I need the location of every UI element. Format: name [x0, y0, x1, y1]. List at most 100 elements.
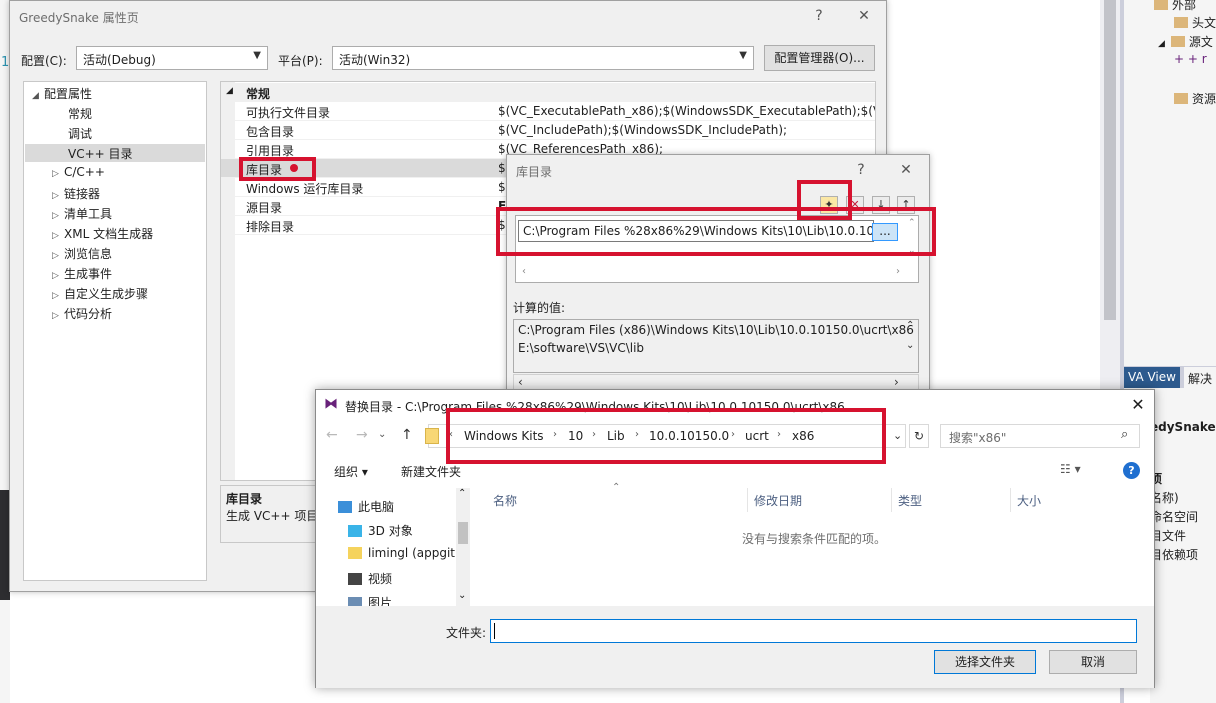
column-separator[interactable] — [747, 488, 748, 512]
forward-icon[interactable]: → — [356, 427, 368, 443]
properties-row[interactable]: 目依赖项 — [1150, 546, 1198, 563]
tree-item-linker[interactable]: ▷ 链接器 — [52, 185, 100, 202]
select-folder-button[interactable]: 选择文件夹 — [934, 650, 1036, 674]
computed-label: 计算的值: — [513, 301, 566, 315]
tree-item-xml-doc[interactable]: ▷ XML 文档生成器 — [52, 225, 153, 242]
tree-item-config-props[interactable]: ◢ 配置属性 — [32, 85, 92, 102]
tree-item-debugging[interactable]: 调试 — [56, 125, 92, 142]
chevron-down-icon[interactable]: ⌄ — [893, 429, 902, 442]
help-icon[interactable]: ? — [1123, 462, 1140, 479]
folder-icon — [1174, 17, 1188, 28]
scroll-right-icon[interactable]: › — [896, 266, 900, 277]
expand-icon[interactable]: ▷ — [52, 191, 64, 201]
nav-item-3d-objects[interactable]: 3D 对象 — [348, 522, 413, 539]
computed-value: C:\Program Files (x86)\Windows Kits\10\L… — [518, 323, 914, 337]
search-placeholder: 搜索"x86" — [949, 431, 1007, 445]
scroll-left-icon[interactable]: ‹ — [518, 375, 523, 389]
nav-item-user-folder[interactable]: limingl (appgit. — [348, 546, 459, 560]
grid-row[interactable]: 包含目录 $(VC_IncludePath);$(WindowsSDK_Inclu… — [221, 121, 875, 140]
grid-row[interactable]: 可执行文件目录 $(VC_ExecutablePath_x86);$(Window… — [221, 102, 875, 121]
expand-icon[interactable]: ▷ — [52, 251, 64, 261]
up-icon[interactable]: ↑ — [401, 427, 413, 443]
help-button[interactable]: ? — [847, 159, 875, 181]
column-name[interactable]: 名称 — [493, 492, 517, 509]
expand-icon[interactable]: ▷ — [52, 311, 64, 321]
description-text: 生成 VC++ 项目 — [226, 509, 319, 523]
scrollbar-thumb[interactable] — [458, 522, 468, 544]
expand-icon[interactable]: ◢ — [32, 91, 44, 101]
view-options-icon[interactable]: ☷ ▾ — [1060, 462, 1081, 476]
scroll-up-icon[interactable]: ⌃ — [906, 320, 914, 331]
computer-icon — [338, 501, 352, 513]
help-button[interactable]: ? — [805, 5, 833, 27]
scroll-down-icon[interactable]: ⌄ — [906, 340, 914, 351]
column-size[interactable]: 大小 — [1017, 492, 1041, 509]
expand-icon[interactable]: ▷ — [52, 271, 64, 281]
grid-section-header[interactable]: ◢ 常规 — [221, 83, 875, 102]
tree-item-code-analysis[interactable]: ▷ 代码分析 — [52, 305, 112, 322]
tree-item-headers[interactable]: 头文 — [1174, 14, 1216, 31]
organize-menu[interactable]: 组织 ▾ — [334, 463, 368, 480]
scroll-up-icon[interactable]: ⌃ — [458, 488, 466, 499]
column-date[interactable]: 修改日期 — [754, 492, 802, 509]
collapse-icon[interactable]: ◢ — [226, 86, 233, 96]
tree-item-source-file[interactable]: + + r — [1174, 52, 1207, 66]
column-type[interactable]: 类型 — [898, 492, 922, 509]
dialog-title: 库目录 — [516, 165, 553, 179]
tree-item-browse-info[interactable]: ▷ 浏览信息 — [52, 245, 112, 262]
computed-values: C:\Program Files (x86)\Windows Kits\10\L… — [513, 319, 919, 373]
new-folder-button[interactable]: 新建文件夹 — [401, 463, 461, 480]
nav-item-videos[interactable]: 视频 — [348, 570, 392, 587]
expand-icon[interactable]: ▷ — [52, 169, 64, 179]
cube-icon — [348, 525, 362, 537]
scroll-down-icon[interactable]: ⌄ — [458, 590, 466, 601]
tree-item-c-cpp[interactable]: ▷ C/C++ — [52, 165, 105, 179]
recent-chevron-icon[interactable]: ⌄ — [378, 429, 386, 440]
tab-va-view[interactable]: VA View — [1124, 367, 1180, 388]
nav-scrollbar[interactable]: ⌃ ⌄ — [456, 488, 470, 606]
tree-item-vc-directories[interactable]: VC++ 目录 — [56, 145, 133, 162]
config-manager-button[interactable]: 配置管理器(O)... — [764, 45, 875, 71]
platform-select[interactable]: 活动(Win32) ▼ — [332, 46, 754, 70]
folder-icon — [425, 428, 439, 444]
column-separator[interactable] — [1010, 488, 1011, 512]
close-button[interactable]: ✕ — [850, 5, 878, 27]
folder-label: 文件夹: — [446, 626, 487, 640]
editor-scrollbar[interactable] — [1104, 0, 1116, 320]
tab-solution-explorer[interactable]: 解决方 — [1184, 367, 1216, 403]
expand-icon[interactable]: ▷ — [52, 211, 64, 221]
folder-input[interactable] — [490, 619, 1137, 643]
tree-item-general[interactable]: 常规 — [56, 105, 92, 122]
computed-value: E:\software\VS\VC\lib — [518, 341, 645, 355]
annotation-box — [446, 408, 886, 464]
property-tree: ◢ 配置属性 常规 调试 VC++ 目录 ▷ C/C++ ▷ 链接器 ▷ 清单工具 ▷ X… — [23, 81, 207, 581]
column-separator[interactable] — [891, 488, 892, 512]
tree-item-resources[interactable]: 资源 — [1174, 90, 1216, 107]
properties-title: edySnake — [1150, 420, 1216, 434]
search-icon: ⌕ — [1121, 427, 1129, 442]
close-button[interactable]: ✕ — [892, 159, 920, 181]
tree-item-external[interactable]: 外部 — [1154, 0, 1196, 13]
nav-item-this-pc[interactable]: 此电脑 — [338, 498, 394, 515]
annotation-box — [496, 207, 936, 256]
tree-item-build-events[interactable]: ▷ 生成事件 — [52, 265, 112, 282]
refresh-icon[interactable]: ↻ — [909, 424, 929, 448]
expand-icon[interactable]: ▷ — [52, 291, 64, 301]
back-icon[interactable]: ← — [326, 427, 338, 443]
search-input[interactable]: 搜索"x86" ⌕ — [940, 424, 1140, 448]
cancel-button[interactable]: 取消 — [1049, 650, 1137, 674]
library-directories-dialog: 库目录 ? ✕ ✦ ✕ ↓ ↑ C:\Program Files %28x86%… — [506, 154, 930, 394]
scroll-left-icon[interactable]: ‹ — [522, 266, 526, 277]
properties-row[interactable]: 目文件 — [1150, 527, 1186, 544]
properties-row[interactable]: 命名空间 — [1150, 508, 1198, 525]
scroll-right-icon[interactable]: › — [894, 375, 899, 389]
tree-item-custom-build[interactable]: ▷ 自定义生成步骤 — [52, 285, 148, 302]
close-button[interactable]: ✕ — [1124, 393, 1152, 417]
config-select[interactable]: 活动(Debug) ▼ — [76, 46, 268, 70]
platform-label: 平台(P): — [278, 54, 323, 68]
tree-item-sources[interactable]: ◢ 源文 — [1158, 33, 1213, 50]
chevron-down-icon: ▼ — [253, 50, 261, 61]
expand-icon[interactable]: ▷ — [52, 231, 64, 241]
tree-item-manifest-tool[interactable]: ▷ 清单工具 — [52, 205, 112, 222]
annotation-box — [239, 157, 316, 181]
